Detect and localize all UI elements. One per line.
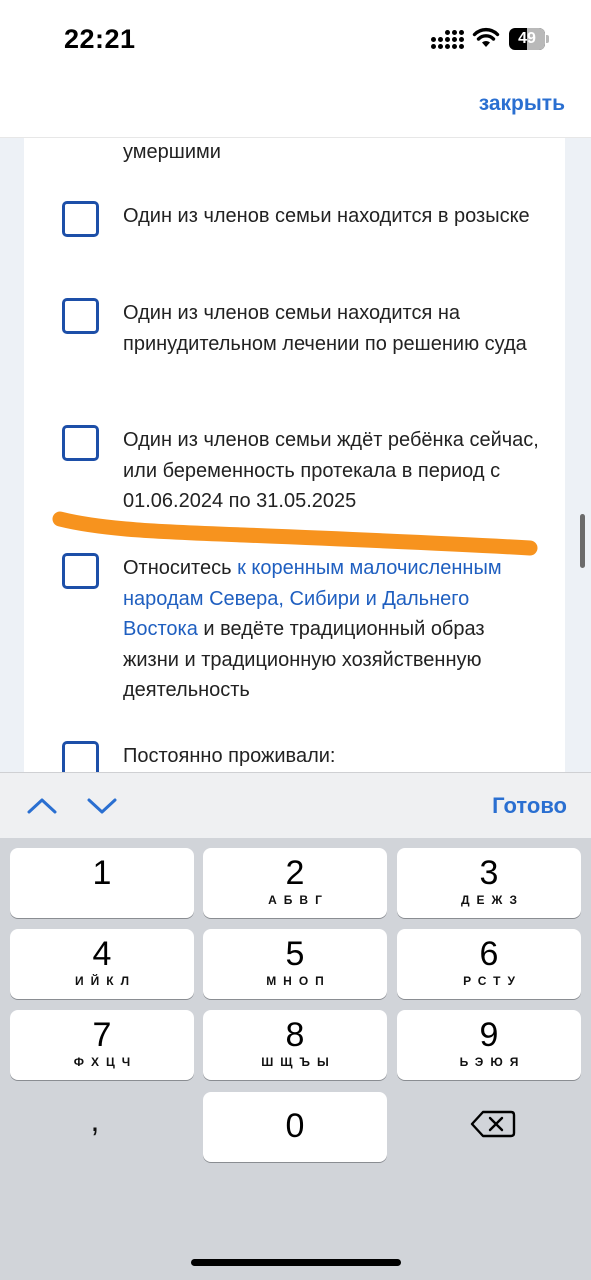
cellular-signal-icon (431, 28, 465, 50)
key-letters: ДЕЖЗ (460, 893, 525, 907)
key-4[interactable]: 4 ИЙКЛ (10, 929, 194, 999)
key-5[interactable]: 5 МНОП (203, 929, 387, 999)
key-comma[interactable]: , (60, 1102, 130, 1152)
key-digit: 5 (285, 935, 305, 973)
key-digit: 7 (92, 1016, 112, 1054)
key-digit: 3 (479, 854, 499, 892)
option-text-permanent-residence[interactable]: Постоянно проживали: (123, 741, 543, 772)
highlight-marker-stroke (52, 511, 538, 556)
key-9[interactable]: 9 ЬЭЮЯ (397, 1010, 581, 1080)
checkbox-indigenous-peoples[interactable] (62, 553, 99, 589)
key-digit: 2 (285, 854, 305, 892)
key-letters: ФХЦЧ (73, 1055, 138, 1069)
key-1[interactable]: 1 (10, 848, 194, 918)
chevron-up-icon[interactable] (25, 791, 59, 821)
checkbox-compulsory-treatment[interactable] (62, 298, 99, 334)
status-bar: 22:21 49 (0, 0, 591, 80)
key-3[interactable]: 3 ДЕЖЗ (397, 848, 581, 918)
key-letters: МНОП (266, 974, 331, 988)
key-8[interactable]: 8 ШЩЪЫ (203, 1010, 387, 1080)
key-letters: ИЙКЛ (75, 974, 136, 988)
key-digit: 9 (479, 1016, 499, 1054)
header-bar: закрыть (0, 80, 591, 138)
option-text-compulsory-treatment[interactable]: Один из членов семьи находится на принуд… (123, 298, 543, 359)
key-digit: 6 (479, 935, 499, 973)
home-indicator[interactable] (191, 1259, 401, 1266)
key-letters: АБВГ (268, 893, 329, 907)
wifi-icon (472, 27, 500, 47)
key-digit: 8 (285, 1016, 305, 1054)
key-digit: 0 (285, 1107, 305, 1145)
checkbox-pregnancy[interactable] (62, 425, 99, 461)
key-digit: 1 (92, 854, 112, 892)
key-7[interactable]: 7 ФХЦЧ (10, 1010, 194, 1080)
key-0[interactable]: 0 (203, 1092, 387, 1162)
option-text-indigenous-peoples[interactable]: Относитесь к коренным малочисленным наро… (123, 553, 543, 706)
done-button[interactable]: Готово (492, 793, 567, 819)
scrollbar-thumb[interactable] (580, 514, 585, 568)
status-time: 22:21 (64, 24, 136, 54)
key-digit: 4 (92, 935, 112, 973)
chevron-down-icon[interactable] (85, 791, 119, 821)
key-2[interactable]: 2 АБВГ (203, 848, 387, 918)
key-letters: РСТУ (463, 974, 522, 988)
key-letters: ЬЭЮЯ (459, 1055, 526, 1069)
option-text-before-link: Относитесь (123, 557, 238, 579)
key-6[interactable]: 6 РСТУ (397, 929, 581, 999)
option-text-wanted[interactable]: Один из членов семьи находится в розыске (123, 201, 543, 232)
close-button[interactable]: закрыть (479, 92, 565, 116)
key-letters: ШЩЪЫ (261, 1055, 336, 1069)
option-text-partial: умершими (123, 141, 221, 163)
battery-level: 49 (518, 30, 536, 47)
keyboard-accessory-bar: Готово (0, 772, 591, 838)
checkbox-wanted[interactable] (62, 201, 99, 237)
backspace-icon[interactable] (467, 1106, 517, 1142)
battery-icon: 49 (509, 28, 549, 50)
